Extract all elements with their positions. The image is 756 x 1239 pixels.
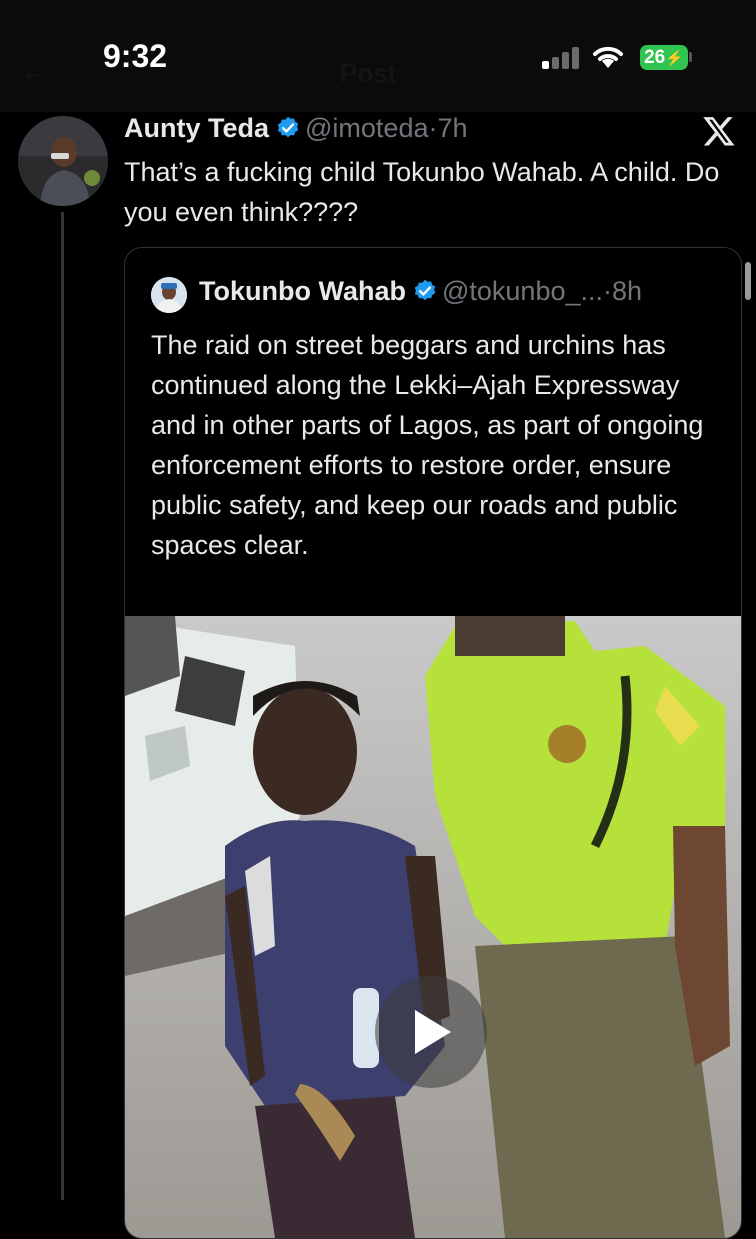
video-thumbnail: [125, 616, 741, 1238]
status-time: 9:32: [103, 38, 168, 74]
tweet-header: Aunty Teda @imoteda·7h: [124, 113, 468, 144]
quote-handle[interactable]: @tokunbo_...: [442, 276, 603, 306]
author-handle[interactable]: @imoteda: [305, 113, 428, 143]
x-logo-icon[interactable]: [702, 114, 736, 148]
signal-icon: [542, 45, 582, 69]
tweet-text: That’s a fucking child Tokunbo Wahab. A …: [124, 157, 720, 227]
quote-avatar-image: [151, 277, 187, 313]
back-arrow-icon[interactable]: ←: [20, 55, 48, 87]
battery-nub: [689, 52, 692, 62]
quote-text: The raid on street beggars and urchins h…: [151, 330, 704, 560]
scrollbar[interactable]: [745, 262, 751, 300]
quote-avatar[interactable]: [151, 277, 187, 313]
quote-author-name[interactable]: Tokunbo Wahab: [199, 276, 406, 306]
thread-line: [61, 212, 64, 1200]
video-media[interactable]: [125, 616, 741, 1238]
verified-badge-icon: [277, 116, 299, 138]
header-title: Post: [340, 58, 397, 88]
quote-time[interactable]: 8h: [612, 276, 642, 306]
quoted-tweet[interactable]: Tokunbo Wahab @tokunbo_...·8h The raid on…: [124, 247, 742, 1239]
tweet-time[interactable]: 7h: [437, 113, 467, 143]
avatar[interactable]: [18, 116, 108, 206]
wifi-icon: [593, 46, 623, 68]
verified-badge-icon: [414, 279, 436, 301]
separator-dot: ·: [603, 276, 612, 306]
battery-charging-icon: 26⚡: [640, 45, 688, 70]
status-bar: ← Post 9:32 26⚡: [0, 0, 756, 112]
quote-header: Tokunbo Wahab @tokunbo_...·8h: [199, 276, 642, 307]
author-name[interactable]: Aunty Teda: [124, 113, 269, 143]
avatar-image: [18, 116, 108, 206]
play-button[interactable]: [375, 976, 487, 1088]
charging-bolt-icon: ⚡: [665, 50, 684, 67]
battery-level: 26: [644, 47, 666, 68]
play-icon: [415, 1010, 451, 1054]
